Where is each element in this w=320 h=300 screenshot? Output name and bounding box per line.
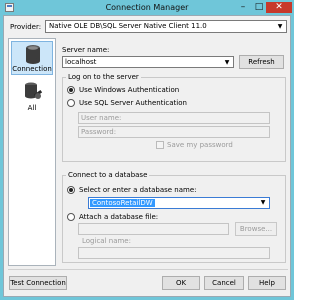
page-navigation: Connection All: [8, 38, 56, 266]
logical-name-input[interactable]: [78, 247, 270, 259]
server-name-label: Server name:: [62, 46, 110, 54]
user-name-label: User name:: [81, 114, 122, 122]
chevron-down-icon: ▼: [277, 23, 283, 30]
refresh-button[interactable]: Refresh: [239, 55, 284, 69]
dialog-body: Provider: Native OLE DB\SQL Server Nativ…: [3, 15, 291, 297]
sql-auth-label[interactable]: Use SQL Server Authentication: [79, 99, 187, 107]
database-name-value: ContosoRetailDW: [90, 199, 155, 207]
cancel-button[interactable]: Cancel: [204, 276, 244, 290]
database-tools-icon: [25, 82, 43, 99]
chevron-down-icon[interactable]: ▼: [259, 198, 267, 208]
minimize-button[interactable]: –: [236, 2, 250, 13]
save-password-label[interactable]: Save my password: [167, 141, 233, 149]
database-icon: [26, 45, 40, 64]
windows-auth-label[interactable]: Use Windows Authentication: [79, 86, 179, 94]
database-group-title: Connect to a database: [66, 171, 150, 179]
close-button[interactable]: ✕: [266, 2, 292, 13]
logical-name-label: Logical name:: [82, 237, 131, 245]
ok-button[interactable]: OK: [162, 276, 200, 290]
server-name-combo[interactable]: localhost ▼: [62, 56, 234, 68]
select-database-label[interactable]: Select or enter a database name:: [79, 186, 197, 194]
nav-item-connection[interactable]: Connection: [11, 41, 53, 75]
database-name-combo[interactable]: ContosoRetailDW ▼: [88, 197, 270, 209]
sql-auth-radio[interactable]: [67, 99, 75, 107]
server-name-value: localhost: [65, 58, 97, 66]
save-password-checkbox[interactable]: [156, 141, 164, 149]
title-bar[interactable]: Connection Manager – □ ✕: [0, 0, 294, 15]
nav-item-all[interactable]: All: [11, 79, 53, 113]
nav-item-label: Connection: [12, 65, 52, 73]
user-name-input[interactable]: User name:: [78, 112, 270, 124]
select-database-radio[interactable]: [67, 186, 75, 194]
provider-label: Provider:: [10, 23, 42, 31]
help-button[interactable]: Help: [248, 276, 286, 290]
windows-auth-radio[interactable]: [67, 86, 75, 94]
connection-manager-window: Connection Manager – □ ✕ Provider: Nativ…: [0, 0, 294, 300]
provider-select[interactable]: Native OLE DB\SQL Server Native Client 1…: [45, 20, 287, 33]
footer-divider: [8, 269, 288, 270]
provider-value: Native OLE DB\SQL Server Native Client 1…: [49, 22, 207, 30]
maximize-button[interactable]: □: [252, 2, 266, 13]
nav-item-label: All: [27, 104, 37, 112]
password-input[interactable]: Password:: [78, 126, 270, 138]
test-connection-button[interactable]: Test Connection: [9, 276, 67, 290]
logon-group-title: Log on to the server: [66, 73, 141, 81]
attach-database-radio[interactable]: [67, 213, 75, 221]
chevron-down-icon: ▼: [224, 59, 230, 66]
attach-database-label[interactable]: Attach a database file:: [79, 213, 158, 221]
password-label: Password:: [81, 128, 117, 136]
database-file-input[interactable]: [78, 223, 229, 235]
browse-button[interactable]: Browse...: [235, 222, 277, 236]
